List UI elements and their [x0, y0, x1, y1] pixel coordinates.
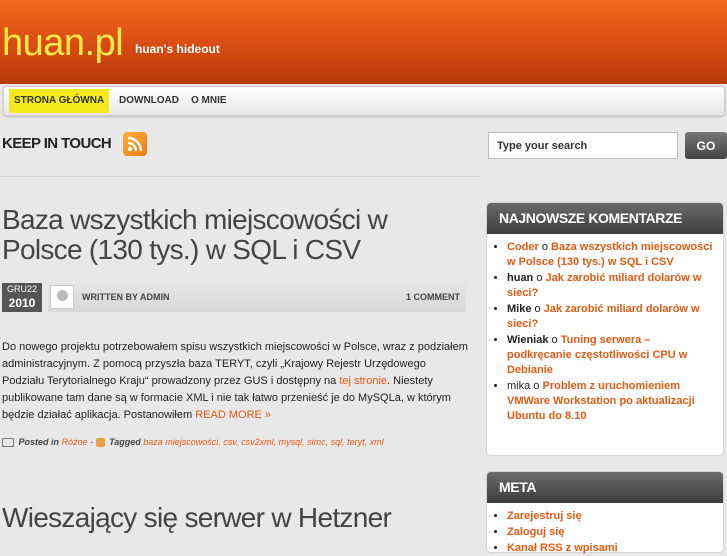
post-comments-link[interactable]: 1 COMMENT [406, 283, 460, 312]
search-input[interactable] [488, 132, 678, 159]
site-header: huan.pl huan's hideout [0, 0, 727, 84]
keep-in-touch-label: KEEP IN TOUCH [2, 135, 112, 152]
folder-icon [2, 438, 14, 448]
category-link[interactable]: Różne [62, 437, 88, 447]
login-link[interactable]: Zaloguj się [507, 526, 564, 538]
comment-sep: o [534, 303, 541, 315]
tagged-label: Tagged [109, 437, 141, 447]
list-item: Kanał RSS z wpisami [507, 541, 715, 556]
nav-item-download[interactable]: DOWNLOAD [119, 87, 179, 115]
main-nav: STRONA GŁÓWNA DOWNLOAD O MNIE [3, 86, 725, 116]
search-go-button[interactable]: GO [685, 132, 727, 159]
comment-sep: o [551, 334, 558, 346]
comment-sep: o [533, 380, 540, 392]
content-divider [0, 176, 480, 177]
comment-sep: o [536, 272, 543, 284]
list-item: Zarejestruj się [507, 509, 715, 524]
tag-icon [95, 438, 105, 448]
comment-author: mika [507, 380, 531, 392]
list-item: Mike o Jak zarobić miliard dolarów w sie… [507, 302, 715, 332]
rss-icon[interactable] [123, 132, 147, 156]
list-item: Zaloguj się [507, 525, 715, 540]
post-title-2[interactable]: Wieszający się serwer w Hetzner [2, 503, 472, 533]
post-date-year: 2010 [8, 296, 36, 310]
comment-sep: o [541, 241, 548, 253]
site-title[interactable]: huan.pl [2, 22, 124, 65]
comment-author-link[interactable]: Coder [507, 241, 539, 253]
recent-comments-widget: NAJNOWSZE KOMENTARZE Coder o Baza wszyst… [487, 203, 723, 455]
post-date-badge: GRU22 2010 [2, 283, 42, 312]
nav-item-about[interactable]: O MNIE [191, 87, 227, 115]
list-item: Wieniak o Tuning serwera – podkręcanie c… [507, 333, 715, 378]
read-more-link[interactable]: READ MORE » [195, 409, 271, 421]
register-link[interactable]: Zarejestruj się [507, 510, 582, 522]
tag-links[interactable]: baza miejscowości, csv, csv2xml, mysql, … [143, 437, 383, 447]
post-author: WRITTEN BY ADMIN [82, 292, 170, 302]
nav-item-home[interactable]: STRONA GŁÓWNA [9, 89, 110, 113]
rss-feed-link[interactable]: Kanał RSS z wpisami [507, 542, 618, 554]
comment-author: huan [507, 272, 534, 284]
posted-in-label: Posted in [18, 437, 60, 447]
comment-author: Wieniak [507, 334, 549, 346]
meta-title: META [487, 472, 723, 503]
site-tagline: huan's hideout [135, 42, 220, 56]
post-taxonomy: Posted in Różne - Tagged baza miejscowoś… [2, 437, 482, 448]
post-meta-bar: WRITTEN BY ADMIN 1 COMMENT [48, 283, 466, 312]
post-date-day: GRU22 [6, 284, 37, 294]
list-item: mika o Problem z uruchomieniem VMWare Wo… [507, 379, 715, 424]
recent-comments-title: NAJNOWSZE KOMENTARZE [487, 203, 723, 234]
list-item: huan o Jak zarobić miliard dolarów w sie… [507, 271, 715, 301]
post-excerpt: Do nowego projektu potrzebowałem spisu w… [2, 339, 470, 424]
comment-author: Mike [507, 303, 532, 315]
meta-widget: META Zarejestruj się Zaloguj się Kanał R… [487, 472, 723, 554]
post-title[interactable]: Baza wszystkich miejscowości w Polsce (1… [2, 205, 472, 265]
author-avatar [50, 285, 74, 309]
excerpt-link[interactable]: tej stronie [339, 375, 387, 387]
list-item: Coder o Baza wszystkich miejscowości w P… [507, 240, 715, 270]
